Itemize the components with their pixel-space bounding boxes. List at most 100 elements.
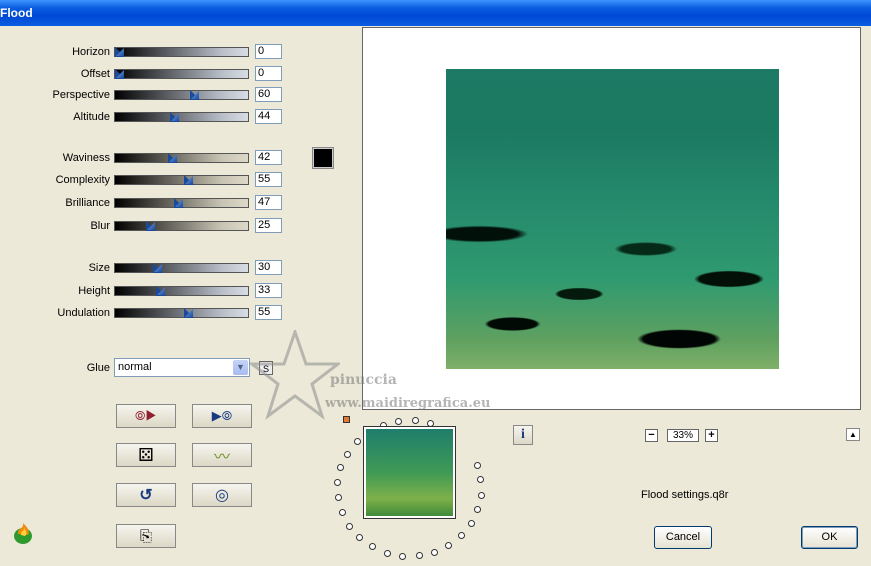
dial-handle[interactable] xyxy=(343,416,350,423)
ok-button[interactable]: OK xyxy=(801,526,858,549)
navigator-thumbnail[interactable] xyxy=(363,426,456,519)
dial-dot[interactable] xyxy=(399,553,406,560)
slider-thumb-brilliance[interactable] xyxy=(174,198,184,208)
slider-thumb-offset[interactable] xyxy=(115,69,125,79)
dial-dot[interactable] xyxy=(412,417,419,424)
slider-label-offset: Offset xyxy=(80,68,110,80)
slider-label-size: Size xyxy=(88,262,110,274)
dial-dot[interactable] xyxy=(458,532,465,539)
preview-canvas[interactable] xyxy=(362,27,861,410)
slider-label-undulation: Undulation xyxy=(57,307,110,319)
slider-track-size[interactable] xyxy=(114,263,249,273)
slider-track-complexity[interactable] xyxy=(114,175,249,185)
slider-value-offset[interactable]: 0 xyxy=(255,66,282,81)
dial-dot[interactable] xyxy=(339,509,346,516)
reset-button[interactable]: ◎ xyxy=(192,483,252,507)
thumbnail-image xyxy=(366,429,453,516)
copy-icon: ⎘ xyxy=(139,527,152,545)
load-preset-icon: ⦾▶ xyxy=(135,408,157,423)
dial-dot[interactable] xyxy=(395,418,402,425)
slider-thumb-height[interactable] xyxy=(156,286,166,296)
undo-icon: ↺ xyxy=(139,487,153,504)
flame-logo-icon xyxy=(14,523,32,544)
dial-dot[interactable] xyxy=(416,552,423,559)
slider-label-brilliance: Brilliance xyxy=(65,197,110,209)
slider-value-undulation[interactable]: 55 xyxy=(255,305,282,320)
reset-icon: ◎ xyxy=(215,487,229,504)
slider-track-waviness[interactable] xyxy=(114,153,249,163)
slider-value-waviness[interactable]: 42 xyxy=(255,150,282,165)
watermark-name: pinuccia xyxy=(330,372,397,388)
dial-dot[interactable] xyxy=(337,464,344,471)
dial-dot[interactable] xyxy=(369,543,376,550)
dial-dot[interactable] xyxy=(478,492,485,499)
slider-value-altitude[interactable]: 44 xyxy=(255,109,282,124)
slider-track-horizon[interactable] xyxy=(114,47,249,57)
wave-icon: 〰 xyxy=(213,449,230,466)
dial-dot[interactable] xyxy=(354,438,361,445)
info-button[interactable]: i xyxy=(513,425,533,445)
slider-label-blur: Blur xyxy=(90,220,110,232)
slider-thumb-blur[interactable] xyxy=(146,221,156,231)
save-preset-button[interactable]: ▶⦾ xyxy=(192,404,252,428)
randomize-button[interactable]: ⚄ xyxy=(116,443,176,467)
slider-value-height[interactable]: 33 xyxy=(255,283,282,298)
cancel-button[interactable]: Cancel xyxy=(654,526,712,549)
dial-dot[interactable] xyxy=(346,523,353,530)
copy-button[interactable]: ⎘ xyxy=(116,524,176,548)
dial-dot[interactable] xyxy=(474,462,481,469)
slider-track-height[interactable] xyxy=(114,286,249,296)
dial-dot[interactable] xyxy=(468,520,475,527)
save-preset-icon: ▶⦾ xyxy=(211,408,233,423)
title-bar: Flood xyxy=(0,0,871,26)
load-preset-button[interactable]: ⦾▶ xyxy=(116,404,176,428)
slider-track-undulation[interactable] xyxy=(114,308,249,318)
slider-value-complexity[interactable]: 55 xyxy=(255,172,282,187)
slider-thumb-size[interactable] xyxy=(153,263,163,273)
zoom-level: 33% xyxy=(667,429,699,442)
slider-thumb-horizon[interactable] xyxy=(115,47,125,57)
slider-track-offset[interactable] xyxy=(114,69,249,79)
flood-preview-image xyxy=(446,69,779,369)
dial-dot[interactable] xyxy=(344,451,351,458)
slider-value-brilliance[interactable]: 47 xyxy=(255,195,282,210)
wave-button[interactable]: 〰 xyxy=(192,443,252,467)
zoom-out-button[interactable]: − xyxy=(645,429,658,442)
dial-dot[interactable] xyxy=(356,534,363,541)
undo-button[interactable]: ↺ xyxy=(116,483,176,507)
dial-dot[interactable] xyxy=(474,506,481,513)
dice-icon: ⚄ xyxy=(138,444,154,465)
watermark-url: www.maidiregrafica.eu xyxy=(325,396,491,411)
settings-filename: Flood settings.q8r xyxy=(641,489,729,501)
slider-thumb-perspective[interactable] xyxy=(190,90,200,100)
collapse-button[interactable]: ▲ xyxy=(846,428,860,441)
slider-label-complexity: Complexity xyxy=(55,174,110,186)
dial-dot[interactable] xyxy=(384,550,391,557)
slider-value-blur[interactable]: 25 xyxy=(255,218,282,233)
dial-dot[interactable] xyxy=(477,476,484,483)
glue-select-value: normal xyxy=(118,361,152,373)
slider-value-perspective[interactable]: 60 xyxy=(255,87,282,102)
glue-label: Glue xyxy=(86,362,110,374)
slider-value-horizon[interactable]: 0 xyxy=(255,44,282,59)
dial-dot[interactable] xyxy=(445,542,452,549)
slider-label-waviness: Waviness xyxy=(62,152,110,164)
slider-track-brilliance[interactable] xyxy=(114,198,249,208)
slider-track-perspective[interactable] xyxy=(114,90,249,100)
color-swatch[interactable] xyxy=(312,147,334,169)
slider-track-blur[interactable] xyxy=(114,221,249,231)
chevron-down-icon[interactable]: ▼ xyxy=(233,360,248,375)
slider-label-perspective: Perspective xyxy=(52,89,110,101)
slider-value-size[interactable]: 30 xyxy=(255,260,282,275)
dial-dot[interactable] xyxy=(334,479,341,486)
slider-thumb-complexity[interactable] xyxy=(184,175,194,185)
slider-thumb-altitude[interactable] xyxy=(170,112,180,122)
dial-dot[interactable] xyxy=(335,494,342,501)
glue-select[interactable]: normal ▼ xyxy=(114,358,250,377)
slider-thumb-undulation[interactable] xyxy=(184,308,194,318)
slider-thumb-waviness[interactable] xyxy=(168,153,178,163)
zoom-in-button[interactable]: + xyxy=(705,429,718,442)
slider-track-altitude[interactable] xyxy=(114,112,249,122)
dial-dot[interactable] xyxy=(431,549,438,556)
slider-label-altitude: Altitude xyxy=(73,111,110,123)
